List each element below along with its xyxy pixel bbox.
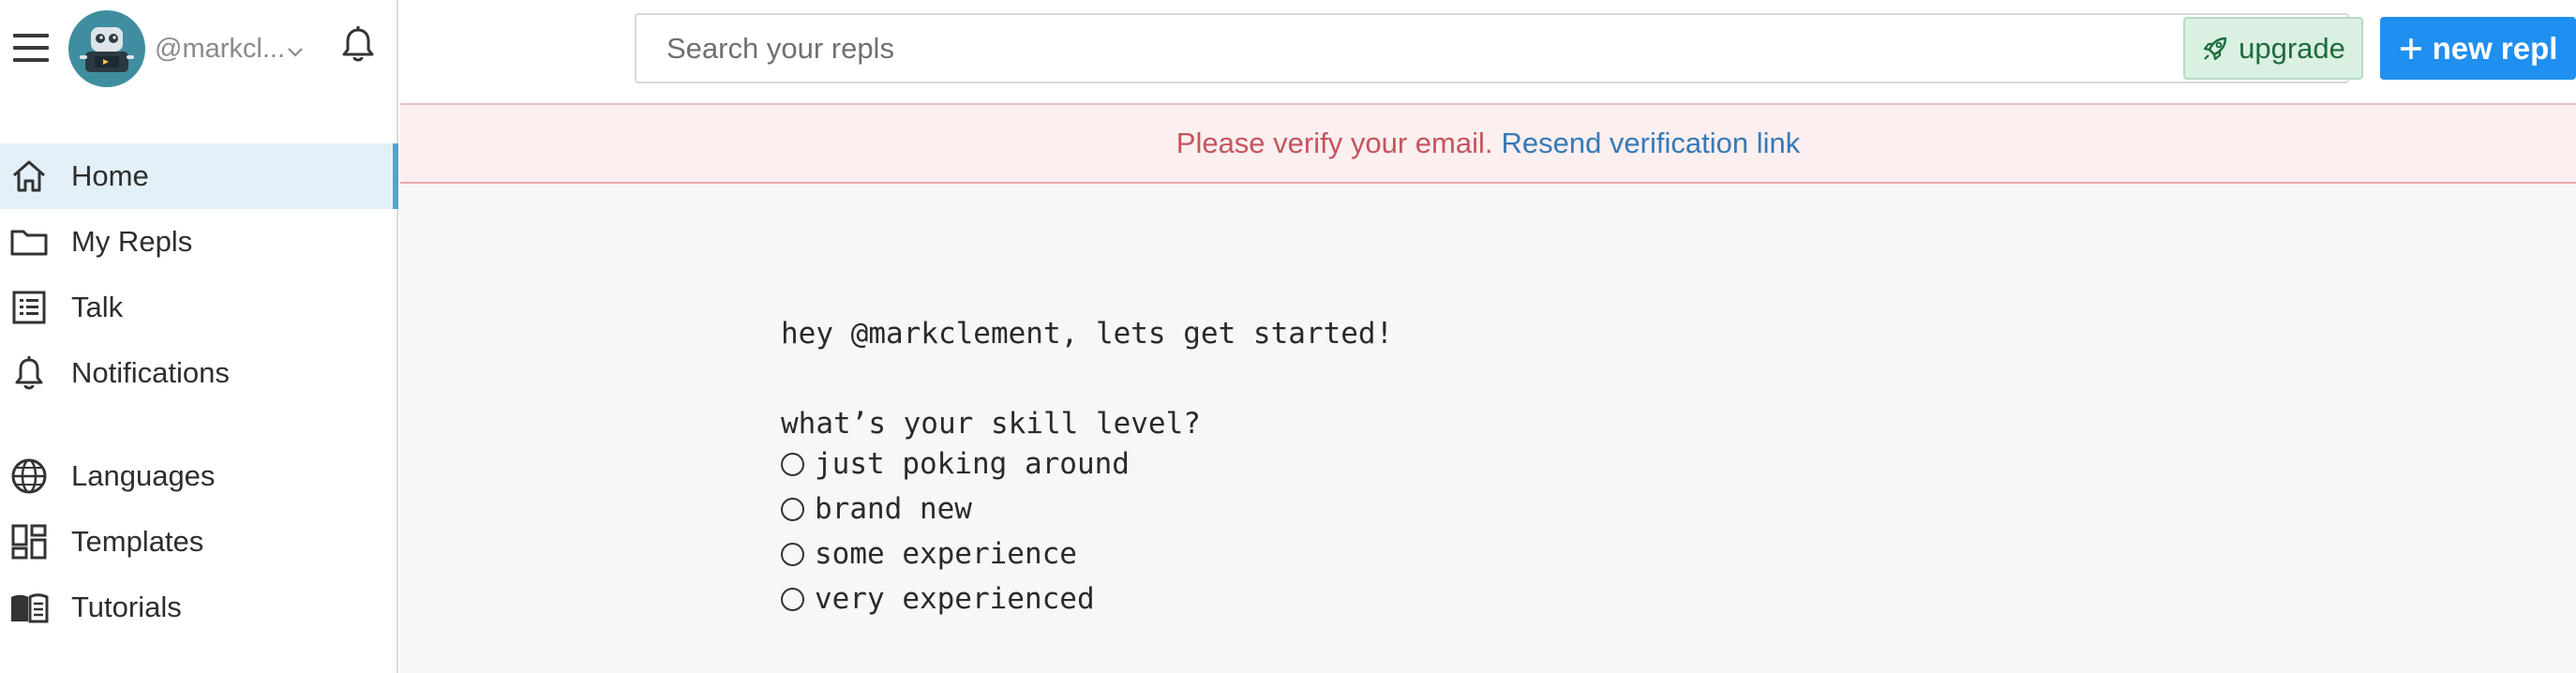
sidebar-item-my-repls[interactable]: My Repls	[0, 209, 397, 275]
sidebar-nav: Home My Repls Talk Notifications Languag…	[0, 143, 398, 640]
rocket-icon	[2204, 37, 2227, 60]
sidebar-header: @markcl...	[0, 0, 397, 103]
avatar[interactable]	[68, 10, 145, 87]
sidebar-item-label: My Repls	[71, 225, 193, 258]
skill-option-very-experienced[interactable]: very experienced	[781, 580, 1095, 618]
sidebar-item-label: Talk	[71, 291, 124, 323]
verify-email-banner: Please verify your email. Resend verific…	[400, 105, 2576, 184]
option-label: very experienced	[815, 582, 1095, 616]
new-repl-label: new repl	[2432, 30, 2558, 66]
sidebar-item-label: Notifications	[71, 356, 230, 389]
book-icon	[11, 593, 49, 623]
sidebar-item-talk[interactable]: Talk	[0, 275, 397, 340]
main-content: hey @markclement, lets get started! what…	[400, 184, 2576, 673]
option-label: brand new	[815, 492, 972, 526]
sidebar-item-notifications[interactable]: Notifications	[0, 340, 397, 406]
option-label: some experience	[815, 537, 1077, 571]
sidebar-item-tutorials[interactable]: Tutorials	[0, 575, 397, 640]
folder-icon	[10, 230, 48, 256]
radio-button[interactable]	[781, 542, 804, 566]
sidebar-item-languages[interactable]: Languages	[0, 443, 397, 509]
list-icon	[12, 291, 46, 324]
banner-message: Please verify your email.	[1176, 127, 1493, 159]
sidebar-item-label: Tutorials	[71, 591, 182, 623]
upgrade-label: upgrade	[2239, 31, 2345, 65]
home-icon	[13, 160, 45, 192]
plus-icon	[2400, 37, 2421, 59]
chevron-down-icon[interactable]	[285, 41, 306, 62]
new-repl-button[interactable]: new repl	[2380, 17, 2576, 80]
skill-question: what’s your skill level?	[781, 407, 1201, 441]
skill-option-brand-new[interactable]: brand new	[781, 490, 972, 528]
option-label: just poking around	[815, 447, 1130, 481]
skill-option-some-experience[interactable]: some experience	[781, 535, 1077, 573]
radio-button[interactable]	[781, 497, 804, 521]
sidebar-item-templates[interactable]: Templates	[0, 509, 397, 575]
greeting-text: hey @markclement, lets get started!	[781, 317, 1394, 351]
sidebar: @markcl... Home My Repls Talk Notificati…	[0, 0, 398, 673]
bell-icon[interactable]	[337, 24, 379, 66]
sidebar-item-label: Languages	[71, 459, 216, 492]
radio-button[interactable]	[781, 452, 804, 476]
skill-option-just-poking-around[interactable]: just poking around	[781, 445, 1130, 483]
sidebar-item-label: Home	[71, 159, 149, 192]
sidebar-item-home[interactable]: Home	[0, 143, 398, 209]
bell-icon	[15, 356, 43, 390]
sidebar-item-label: Templates	[71, 525, 204, 558]
hamburger-menu-icon[interactable]	[11, 32, 51, 64]
upgrade-button[interactable]: upgrade	[2183, 17, 2363, 80]
radio-button[interactable]	[781, 587, 804, 611]
search-input[interactable]	[635, 13, 2349, 83]
resend-verification-link[interactable]: Resend verification link	[1501, 127, 1800, 160]
username[interactable]: @markcl...	[155, 34, 285, 65]
globe-icon	[11, 458, 47, 494]
templates-icon	[11, 524, 47, 560]
top-bar: upgrade new repl	[400, 0, 2576, 105]
